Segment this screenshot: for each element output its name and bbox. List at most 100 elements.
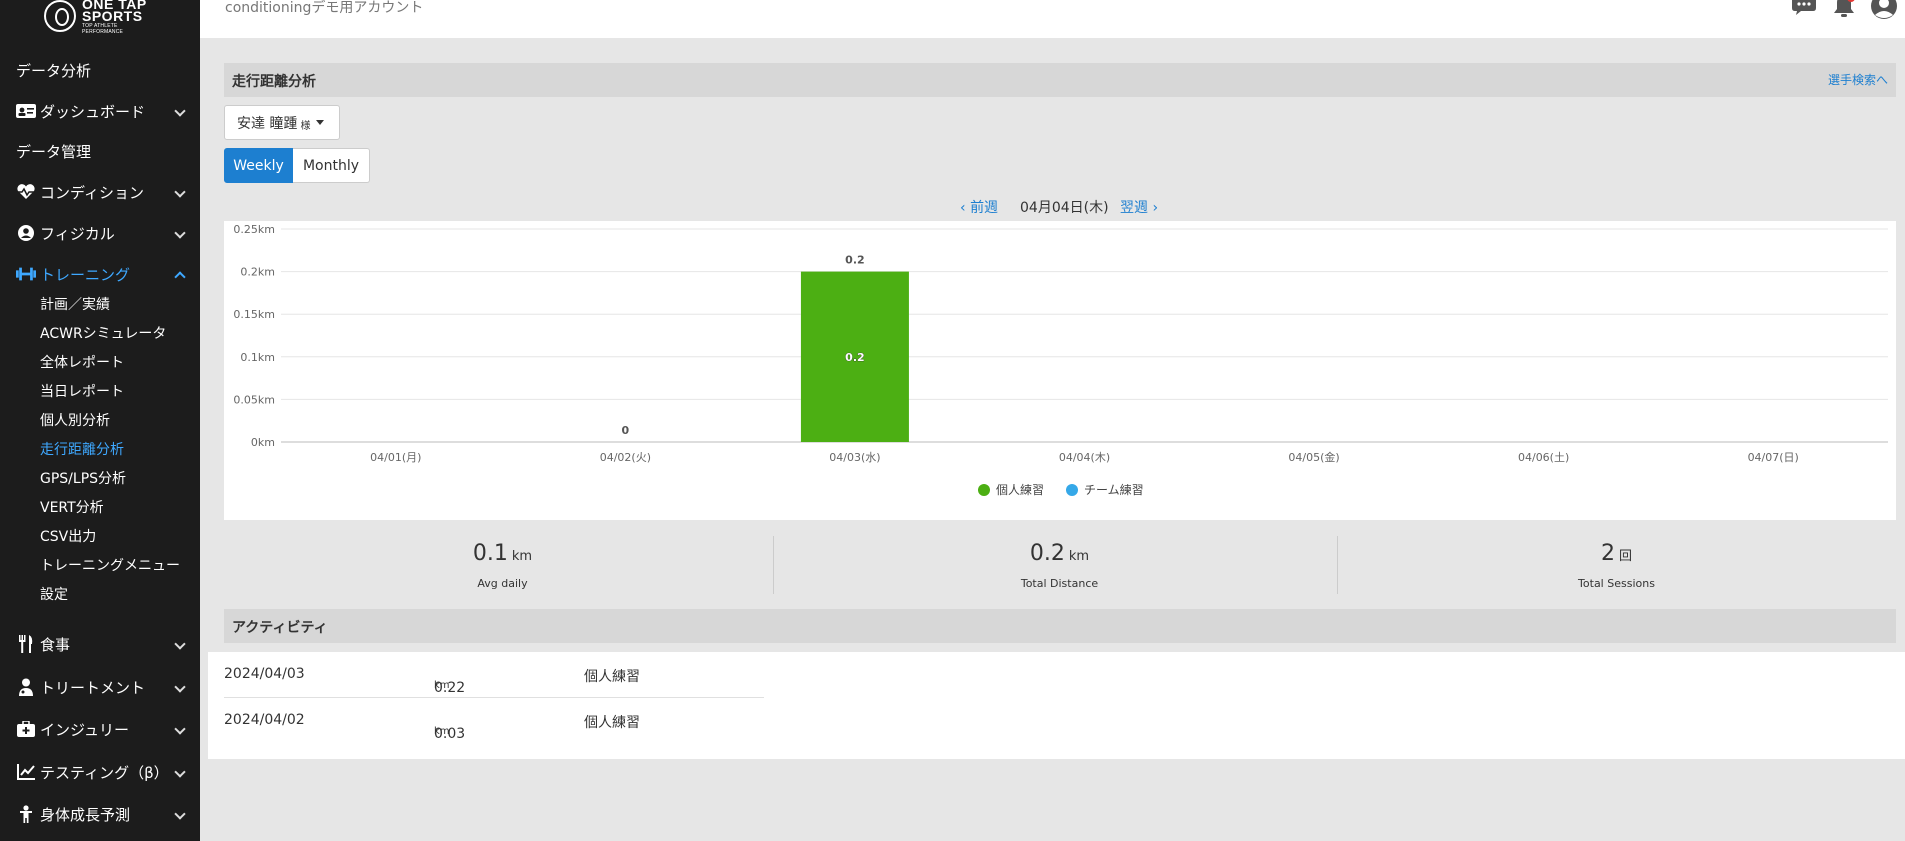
activity-date: 2024/04/03 [224, 666, 305, 682]
activity-title-bar: アクティビティ [224, 609, 1896, 643]
sidebar-subitem-plan[interactable]: 計画／実績 [40, 295, 110, 315]
sidebar-item-label: コンディション [40, 183, 144, 202]
stat-label: Total Distance [1020, 577, 1099, 590]
activity-date: 2024/04/02 [224, 712, 305, 728]
monthly-button[interactable]: Monthly [293, 148, 370, 183]
sidebar-item-dashboard[interactable]: ダッシュボード [0, 96, 200, 126]
sidebar-item-data-analysis[interactable]: データ分析 [0, 55, 200, 85]
chevron-down-icon [174, 105, 186, 117]
stats-row: 0.1 km Avg daily 0.2 km Total Distance 2回 … [224, 534, 1896, 596]
stat-total-sessions: 2回 Total Sessions [1338, 534, 1895, 596]
sidebar-subitem-individual-analysis[interactable]: 個人別分析 [40, 411, 110, 431]
y-tick-label: 0.15km [233, 308, 275, 321]
sidebar-subitem-vert[interactable]: VERT分析 [40, 498, 104, 518]
stat-value: 2 [1600, 541, 1615, 566]
distance-chart-svg: 0km 0.05km 0.1km 0.15km 0.2km 0.25km 04/01(月) 0… [233, 223, 1888, 497]
legend-swatch [1066, 484, 1078, 496]
sidebar-item-label: テスティング（β） [40, 763, 169, 782]
y-tick-label: 0.1km [240, 351, 275, 364]
x-tick-label: 04/01(月) [370, 451, 421, 464]
player-name: 安達 瞳踵 [237, 115, 298, 132]
bar-inner-label: 0.2 [845, 351, 865, 364]
x-tick-label: 04/04(木) [1059, 451, 1110, 464]
sidebar-item-label: インジュリー [40, 720, 129, 739]
sidebar-subitem-training-menu[interactable]: トレーニングメニュー [40, 556, 180, 576]
chevron-right-icon: › [1148, 200, 1159, 216]
chevron-down-icon [174, 723, 186, 735]
player-suffix: 様 [300, 120, 311, 132]
sidebar-subitem-gps-lps[interactable]: GPS/LPS分析 [40, 469, 126, 489]
caret-down-icon [316, 120, 325, 125]
sidebar-item-label: データ分析 [16, 61, 92, 80]
prev-week-label: 前週 [970, 200, 999, 216]
chevron-down-icon [174, 808, 186, 820]
logo-mark-icon [44, 0, 76, 32]
stat-unit: km [511, 549, 533, 564]
sidebar-subitem-distance-analysis[interactable]: 走行距離分析 [40, 440, 124, 460]
current-date-label: 04月04日(木) [1020, 200, 1109, 216]
legend-label: 個人練習 [996, 483, 1044, 497]
data-label: 0.2 [845, 254, 865, 267]
stat-label: Total Sessions [1578, 577, 1655, 590]
sidebar-item-injury[interactable]: インジュリー [0, 714, 200, 744]
sidebar-subitem-csv[interactable]: CSV出力 [40, 527, 96, 547]
sidebar-item-treatment[interactable]: トリートメント [0, 672, 200, 702]
sidebar-item-label: 食事 [40, 635, 71, 654]
activity-title: アクティビティ [232, 620, 328, 636]
next-week-link[interactable]: 翌週 › [1120, 197, 1158, 217]
data-label: 0 [622, 424, 630, 437]
legend-swatch [978, 484, 990, 496]
page-title-bar: 走行距離分析 選手検索へ [224, 63, 1896, 97]
sidebar-item-label: データ管理 [16, 142, 92, 161]
stat-label: Avg daily [477, 577, 528, 590]
y-tick-label: 0.2km [240, 266, 275, 279]
sidebar-item-label: ダッシュボード [40, 102, 146, 121]
app-logo[interactable]: ONE TAP SPORTS TOP ATHLETE PERFORMANCE [44, 0, 159, 35]
sidebar-item-training[interactable]: トレーニング [0, 259, 200, 289]
player-select[interactable]: 安達 瞳踵 様 [224, 105, 340, 140]
dumbbell-icon [16, 266, 36, 282]
stat-divider [773, 536, 774, 594]
sidebar-subitem-acwr[interactable]: ACWRシミュレータ [40, 324, 166, 344]
user-circle-icon [16, 225, 36, 241]
x-tick-label: 04/03(水) [829, 451, 880, 464]
player-search-link[interactable]: 選手検索へ [1828, 71, 1888, 88]
stat-value: 0.2 [1029, 541, 1065, 566]
stat-unit: km [1068, 549, 1090, 564]
chart-line-icon [16, 764, 36, 780]
table-row[interactable]: 2024/04/02 0.03 km 個人練習 [224, 697, 764, 743]
chevron-down-icon [174, 227, 186, 239]
sidebar-subitem-overall-report[interactable]: 全体レポート [40, 353, 124, 373]
next-week-label: 翌週 [1120, 200, 1148, 216]
sidebar-subitem-settings[interactable]: 設定 [40, 585, 68, 605]
chevron-left-icon: ‹ [960, 200, 971, 216]
sidebar-item-meal[interactable]: 食事 [0, 629, 200, 659]
prev-week-link[interactable]: ‹ 前週 [960, 197, 998, 217]
weekly-button[interactable]: Weekly [224, 148, 293, 183]
x-tick-label: 04/05(金) [1288, 450, 1339, 464]
sidebar-item-growth-prediction[interactable]: 身体成長予測 [0, 799, 200, 829]
medkit-icon [16, 721, 36, 737]
sidebar-item-condition[interactable]: コンディション [0, 177, 200, 207]
sidebar-item-testing[interactable]: テスティング（β） [0, 757, 200, 787]
sidebar-subitem-daily-report[interactable]: 当日レポート [40, 382, 124, 402]
sidebar-item-data-management[interactable]: データ管理 [0, 136, 200, 166]
bell-icon[interactable] [1832, 0, 1856, 24]
page-title: 走行距離分析 [232, 74, 316, 90]
activity-unit: km [434, 680, 450, 691]
chat-icon[interactable] [1792, 0, 1816, 20]
chevron-down-icon [174, 638, 186, 650]
sidebar-item-label: トリートメント [40, 678, 146, 697]
top-header: conditioningデモ用アカウント [200, 0, 1905, 38]
table-row[interactable]: 2024/04/03 0.22 km 個人練習 [224, 652, 764, 698]
current-date: 04月04日(木) [1020, 197, 1109, 217]
account-name: conditioningデモ用アカウント [225, 0, 424, 16]
distance-chart: 0km 0.05km 0.1km 0.15km 0.2km 0.25km 04/01(月) 0… [224, 221, 1896, 520]
x-tick-label: 04/06(土) [1518, 451, 1569, 464]
stat-value: 0.1 [472, 541, 508, 566]
user-avatar-icon[interactable] [1870, 0, 1898, 24]
period-toggle: Weekly Monthly [224, 148, 370, 183]
logo-tagline: TOP ATHLETE PERFORMANCE [82, 23, 124, 35]
sidebar-item-physical[interactable]: フィジカル [0, 218, 200, 248]
legend-label: チーム練習 [1084, 483, 1144, 497]
